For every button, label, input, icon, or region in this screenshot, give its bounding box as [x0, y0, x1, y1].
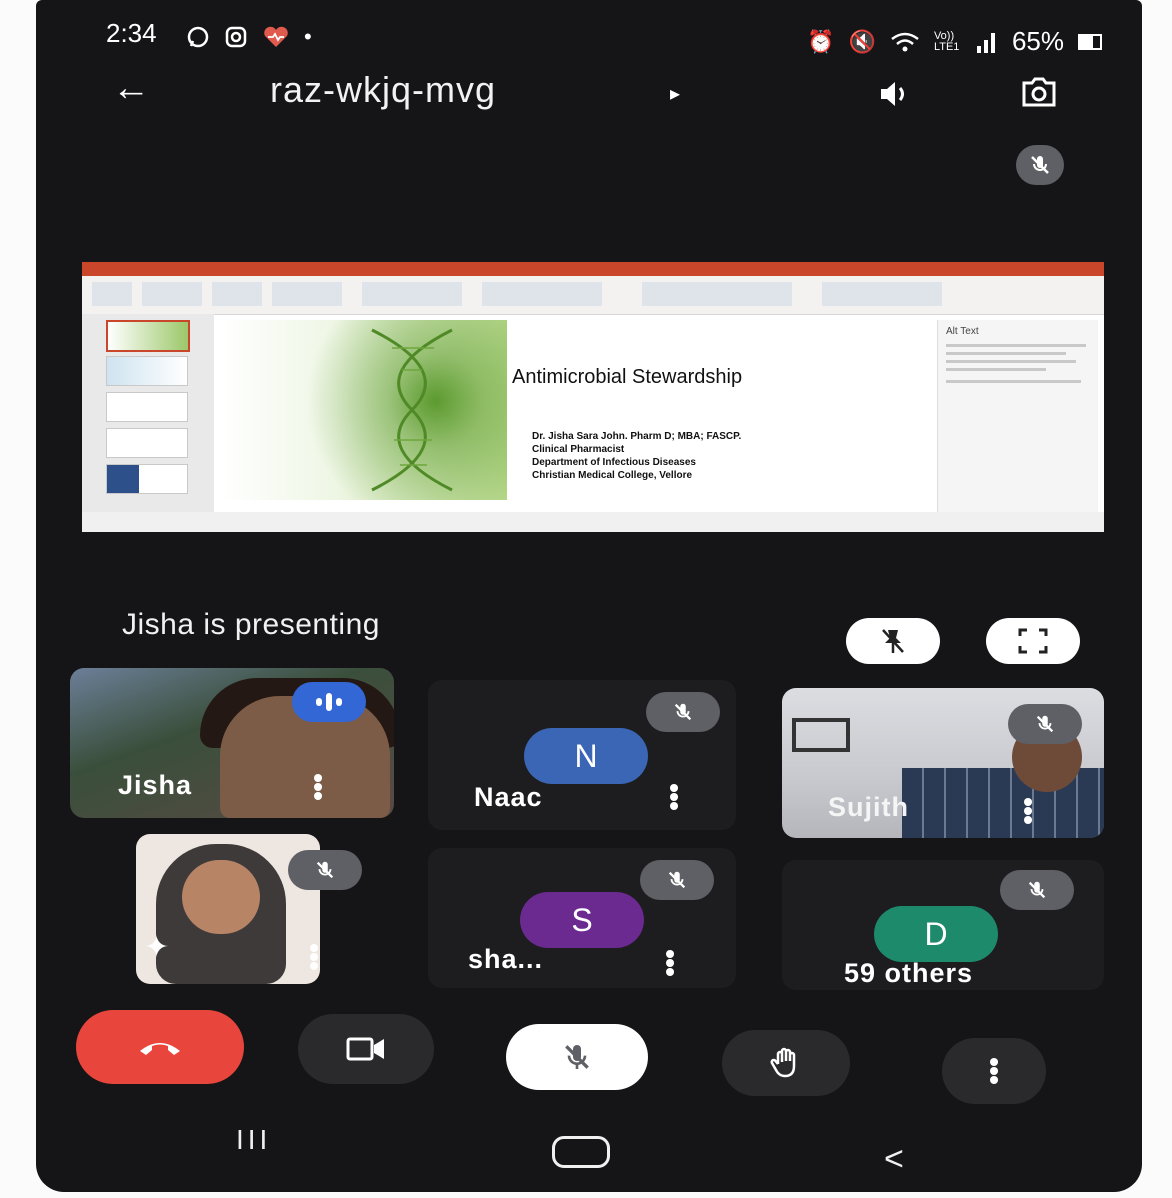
alarm-icon: ⏰: [807, 28, 835, 54]
switch-camera-icon[interactable]: [1016, 73, 1062, 113]
avatar: S: [520, 892, 644, 948]
presenting-label: Jisha is presenting: [122, 608, 380, 641]
phone-screen: 2:34 • ⏰ 🔇 Vo)) LTE1 65% ← raz-wkjq-mvg …: [36, 0, 1142, 1192]
status-app-icons: •: [186, 24, 312, 50]
meeting-header: ← raz-wkjq-mvg ▸: [36, 55, 1142, 135]
wifi-icon: [891, 32, 919, 51]
participant-options-icon[interactable]: • • •: [308, 934, 320, 980]
participant-muted-badge: [640, 860, 714, 900]
mic-off-icon: [674, 703, 692, 721]
more-options-button[interactable]: • • •: [942, 1038, 1046, 1104]
instagram-icon: [225, 26, 247, 48]
author-line: Department of Infectious Diseases: [532, 457, 696, 468]
participant-options-icon[interactable]: • • •: [1022, 788, 1034, 834]
more-vert-icon: • • •: [989, 1045, 999, 1095]
participant-name: Jisha: [118, 770, 193, 800]
whatsapp-icon: [187, 26, 209, 48]
author-line: Christian Medical College, Vellore: [532, 470, 693, 481]
participant-muted-badge: [646, 692, 720, 732]
end-call-button[interactable]: [76, 1010, 244, 1084]
mic-off-icon: [565, 1045, 589, 1069]
presenter-muted-badge: [1016, 145, 1064, 185]
ppt-titlebar: [82, 262, 1104, 276]
participant-options-icon[interactable]: • • •: [664, 940, 676, 986]
mic-off-icon: [316, 861, 334, 879]
speaking-indicator-icon: [292, 682, 366, 722]
participant-options-icon[interactable]: • • •: [668, 774, 680, 820]
meeting-code[interactable]: raz-wkjq-mvg: [270, 69, 496, 111]
back-arrow-icon[interactable]: ←: [112, 67, 150, 110]
raise-hand-icon: [770, 1047, 796, 1078]
nav-home-button[interactable]: [552, 1136, 610, 1168]
raise-hand-button[interactable]: [722, 1030, 850, 1096]
participant-name: Sujith: [828, 792, 909, 822]
status-time: 2:34: [106, 18, 157, 48]
participant-name: Naac: [474, 782, 543, 812]
battery-icon: [1078, 33, 1102, 50]
battery-percent: 65%: [1011, 26, 1064, 56]
hang-up-icon: [140, 1043, 180, 1055]
avatar: N: [524, 728, 648, 784]
mic-off-icon: [1031, 156, 1049, 174]
participant-muted-badge: [288, 850, 362, 890]
author-line: Clinical Pharmacist: [532, 444, 625, 455]
wall-frame: [792, 718, 850, 752]
mute-icon: 🔇: [848, 28, 876, 54]
slide-title: Antimicrobial Stewardship: [512, 366, 743, 388]
meeting-details-caret-icon[interactable]: ▸: [670, 81, 680, 106]
mic-off-icon: [1028, 881, 1046, 899]
participant-video-face: [182, 860, 260, 934]
alt-text-pane-title: Alt Text: [946, 326, 979, 337]
volte-icon: Vo)) LTE1: [933, 29, 960, 53]
participant-name: sha...: [468, 944, 544, 974]
fullscreen-button[interactable]: [986, 618, 1080, 664]
participant-muted-badge: [1008, 704, 1082, 744]
slide-authors: Dr. Jisha Sara John. Pharm D; MBA; FASCP…: [532, 430, 741, 482]
nav-back-button[interactable]: <: [884, 1140, 904, 1179]
status-dot: •: [304, 24, 312, 49]
microphone-toggle-button[interactable]: [506, 1024, 648, 1090]
slide-thumbnails: [82, 314, 214, 512]
unpin-button[interactable]: [846, 618, 940, 664]
effects-sparkle-icon[interactable]: ✦: [144, 930, 169, 965]
participant-name: 59 others: [844, 958, 974, 988]
heart-icon: [264, 26, 288, 47]
slide-canvas: Antimicrobial Stewardship Dr. Jisha Sara…: [222, 320, 912, 510]
pin-off-icon: [882, 629, 904, 653]
shared-screen[interactable]: Antimicrobial Stewardship Dr. Jisha Sara…: [82, 262, 1104, 532]
participant-options-icon[interactable]: • • •: [312, 764, 324, 810]
fullscreen-icon: [1018, 628, 1048, 654]
ppt-ribbon: [82, 276, 1104, 315]
alt-text-pane: Alt Text: [937, 320, 1098, 512]
mic-off-icon: [1036, 715, 1054, 733]
ppt-status-bar: [82, 512, 1104, 532]
author-line: Dr. Jisha Sara John. Pharm D; MBA; FASCP…: [532, 431, 742, 442]
participant-muted-badge: [1000, 870, 1074, 910]
avatar: D: [874, 906, 998, 962]
status-right: ⏰ 🔇 Vo)) LTE1 65%: [807, 26, 1102, 57]
speaker-icon[interactable]: [878, 79, 912, 109]
camera-toggle-button[interactable]: [298, 1014, 434, 1084]
signal-icon: [976, 32, 995, 53]
nav-recents-button[interactable]: III: [236, 1124, 271, 1156]
dna-image: [222, 320, 507, 500]
dna-helix-icon: [371, 328, 453, 492]
video-camera-icon: [346, 1037, 384, 1061]
mic-off-icon: [668, 871, 686, 889]
